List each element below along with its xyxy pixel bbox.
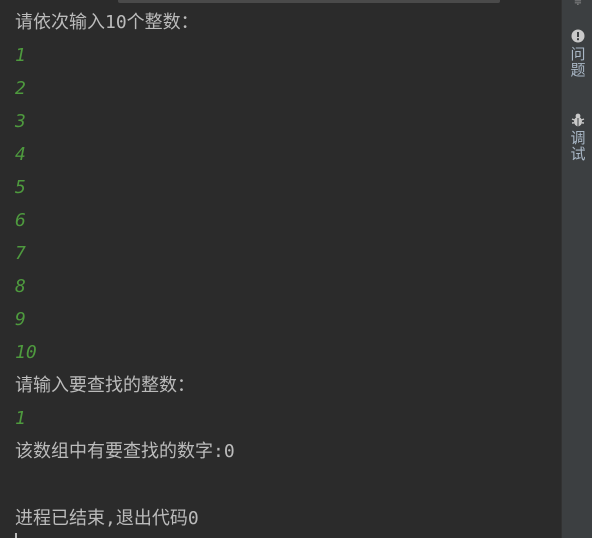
prompt-input-numbers: 请依次输入10个整数： [15,12,199,33]
exclamation-circle-icon [571,29,585,43]
search-result: 该数组中有要查找的数字:0 [15,441,235,462]
exit-message: 进程已结束,退出代码0 [15,508,199,529]
bug-icon [571,113,585,127]
input-line: 4 [15,144,26,165]
right-tool-strip: ≑ 问题 调试 [561,0,592,538]
input-line: 2 [15,78,26,99]
console-output[interactable]: 请依次输入10个整数： 1 2 3 4 5 6 7 8 9 10 请输入要查找的… [0,0,560,538]
scrollbar-thumb[interactable] [118,0,500,3]
tool-strip-menu-icon[interactable]: ≑ [570,0,586,6]
run-window: 请依次输入10个整数： 1 2 3 4 5 6 7 8 9 10 请输入要查找的… [0,0,592,538]
horizontal-scrollbar[interactable] [0,0,558,4]
input-line: 1 [15,45,26,66]
input-line: 9 [15,309,26,330]
input-line: 6 [15,210,26,231]
input-line: 10 [15,342,37,363]
input-line: 7 [15,243,26,264]
debug-label: 调试 [568,130,587,162]
problems-label: 问题 [568,46,587,78]
input-line: 8 [15,276,26,297]
input-line: 5 [15,177,26,198]
debug-tool-button[interactable]: 调试 [567,112,589,162]
prompt-search: 请输入要查找的整数： [15,375,195,396]
problems-tool-button[interactable]: 问题 [567,28,589,78]
search-input-line: 1 [15,408,26,429]
input-line: 3 [15,111,26,132]
text-caret [15,533,17,538]
